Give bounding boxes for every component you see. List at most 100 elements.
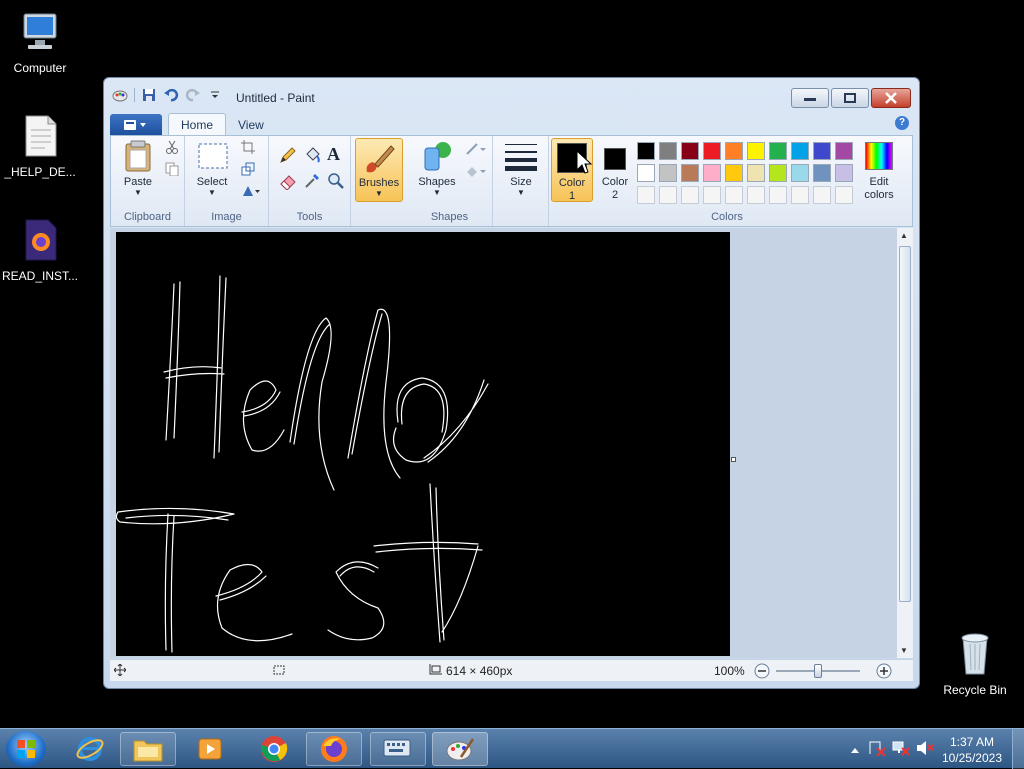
save-icon[interactable] (141, 87, 157, 103)
custom-color-slot[interactable] (637, 186, 655, 204)
show-desktop-button[interactable] (1012, 729, 1024, 769)
action-center-icon[interactable] (868, 740, 886, 759)
palette-swatch[interactable] (769, 142, 787, 160)
taskbar-on-screen-keyboard[interactable] (370, 732, 426, 766)
desktop-icon-recycle-bin[interactable]: Recycle Bin (935, 630, 1015, 697)
zoom-slider[interactable] (776, 664, 860, 678)
palette-swatch[interactable] (813, 142, 831, 160)
palette-swatch[interactable] (791, 142, 809, 160)
custom-color-slot[interactable] (681, 186, 699, 204)
palette-swatch[interactable] (681, 142, 699, 160)
desktop-icon-read-instructions[interactable]: READ_INST... (0, 218, 80, 283)
close-button[interactable] (871, 88, 911, 108)
custom-color-slot[interactable] (813, 186, 831, 204)
paste-dropdown-icon: ▼ (134, 188, 142, 197)
fill-style-icon[interactable] (465, 164, 487, 181)
desktop-icon-label: Computer (13, 61, 67, 75)
volume-muted-icon[interactable] (916, 740, 934, 759)
palette-swatch[interactable] (725, 164, 743, 182)
show-hidden-icons-icon[interactable] (850, 743, 860, 757)
palette-swatch[interactable] (703, 142, 721, 160)
custom-color-slot[interactable] (659, 186, 677, 204)
window-title: Untitled - Paint (236, 91, 315, 105)
color-picker-icon[interactable] (303, 172, 321, 193)
copy-icon[interactable] (165, 162, 179, 179)
resize-icon[interactable] (241, 162, 255, 179)
text-file-icon (0, 114, 80, 161)
taskbar-firefox[interactable] (306, 732, 362, 766)
magnifier-icon[interactable] (327, 172, 345, 193)
color-palette (637, 142, 857, 206)
palette-swatch[interactable] (659, 142, 677, 160)
scroll-up-icon[interactable]: ▲ (900, 231, 908, 240)
shapes-group-label: Shapes (430, 211, 469, 223)
paste-button[interactable]: Paste ▼ (115, 138, 161, 200)
taskbar-paint[interactable] (432, 732, 488, 766)
selection-size-icon (272, 664, 286, 679)
pencil-icon[interactable] (279, 146, 297, 167)
crop-icon[interactable] (241, 140, 255, 157)
cut-icon[interactable] (165, 140, 179, 157)
taskbar-file-explorer[interactable] (120, 732, 176, 766)
desktop-icon-help-file[interactable]: _HELP_DE... (0, 114, 80, 179)
vertical-scrollbar[interactable]: ▲ ▼ (896, 228, 913, 658)
palette-swatch[interactable] (725, 142, 743, 160)
palette-swatch[interactable] (703, 164, 721, 182)
start-button[interactable] (6, 731, 46, 767)
select-button[interactable]: Select ▼ (189, 138, 235, 200)
paint-app-icon[interactable] (112, 87, 128, 103)
customize-qat-icon[interactable] (207, 87, 223, 103)
canvas-resize-handle[interactable] (731, 457, 736, 462)
palette-swatch[interactable] (835, 164, 853, 182)
tools-group: A Tools (269, 136, 351, 226)
zoom-out-icon[interactable] (754, 663, 770, 682)
custom-color-slot[interactable] (703, 186, 721, 204)
outline-icon[interactable] (465, 142, 487, 159)
scroll-down-icon[interactable]: ▼ (900, 646, 908, 655)
palette-swatch[interactable] (791, 164, 809, 182)
custom-color-slot[interactable] (769, 186, 787, 204)
eraser-icon[interactable] (279, 172, 297, 193)
size-button[interactable]: Size ▼ (497, 138, 545, 200)
custom-color-slot[interactable] (725, 186, 743, 204)
clock-date: 10/25/2023 (941, 751, 1002, 765)
tab-home[interactable]: Home (168, 113, 227, 136)
palette-swatch[interactable] (747, 164, 765, 182)
palette-swatch[interactable] (659, 164, 677, 182)
edit-colors-button[interactable]: Edit colors (855, 138, 903, 202)
desktop-icon-computer[interactable]: Computer (0, 10, 80, 75)
custom-color-slot[interactable] (835, 186, 853, 204)
palette-swatch[interactable] (637, 142, 655, 160)
taskbar-chrome[interactable] (246, 732, 302, 766)
minimize-button[interactable] (791, 88, 829, 108)
custom-color-slot[interactable] (747, 186, 765, 204)
zoom-slider-thumb[interactable] (814, 664, 822, 678)
maximize-button[interactable] (831, 88, 869, 108)
palette-swatch[interactable] (747, 142, 765, 160)
help-icon[interactable]: ? (895, 116, 909, 130)
fill-icon[interactable] (303, 146, 321, 167)
shapes-button[interactable]: Shapes ▼ (413, 138, 461, 200)
paint-menu-button[interactable] (110, 114, 162, 136)
clock[interactable]: 1:37 AM 10/25/2023 (942, 734, 1002, 766)
scrollbar-thumb[interactable] (899, 246, 911, 602)
tab-view[interactable]: View (226, 114, 276, 136)
title-bar[interactable]: Untitled - Paint (104, 78, 919, 110)
palette-swatch[interactable] (835, 142, 853, 160)
text-icon[interactable]: A (327, 144, 340, 165)
redo-icon[interactable] (185, 87, 201, 103)
taskbar-internet-explorer[interactable] (62, 732, 118, 766)
palette-swatch[interactable] (681, 164, 699, 182)
rotate-icon[interactable] (241, 184, 261, 201)
network-icon[interactable] (892, 740, 910, 759)
palette-swatch[interactable] (813, 164, 831, 182)
brushes-button[interactable]: Brushes ▼ (355, 138, 403, 202)
undo-icon[interactable] (163, 87, 179, 103)
palette-swatch[interactable] (769, 164, 787, 182)
custom-color-slot[interactable] (791, 186, 809, 204)
taskbar-media-player[interactable] (182, 732, 238, 766)
drawing-canvas[interactable] (115, 232, 730, 656)
color2-button[interactable]: Color 2 (595, 138, 635, 202)
palette-swatch[interactable] (637, 164, 655, 182)
zoom-in-icon[interactable] (876, 663, 892, 682)
